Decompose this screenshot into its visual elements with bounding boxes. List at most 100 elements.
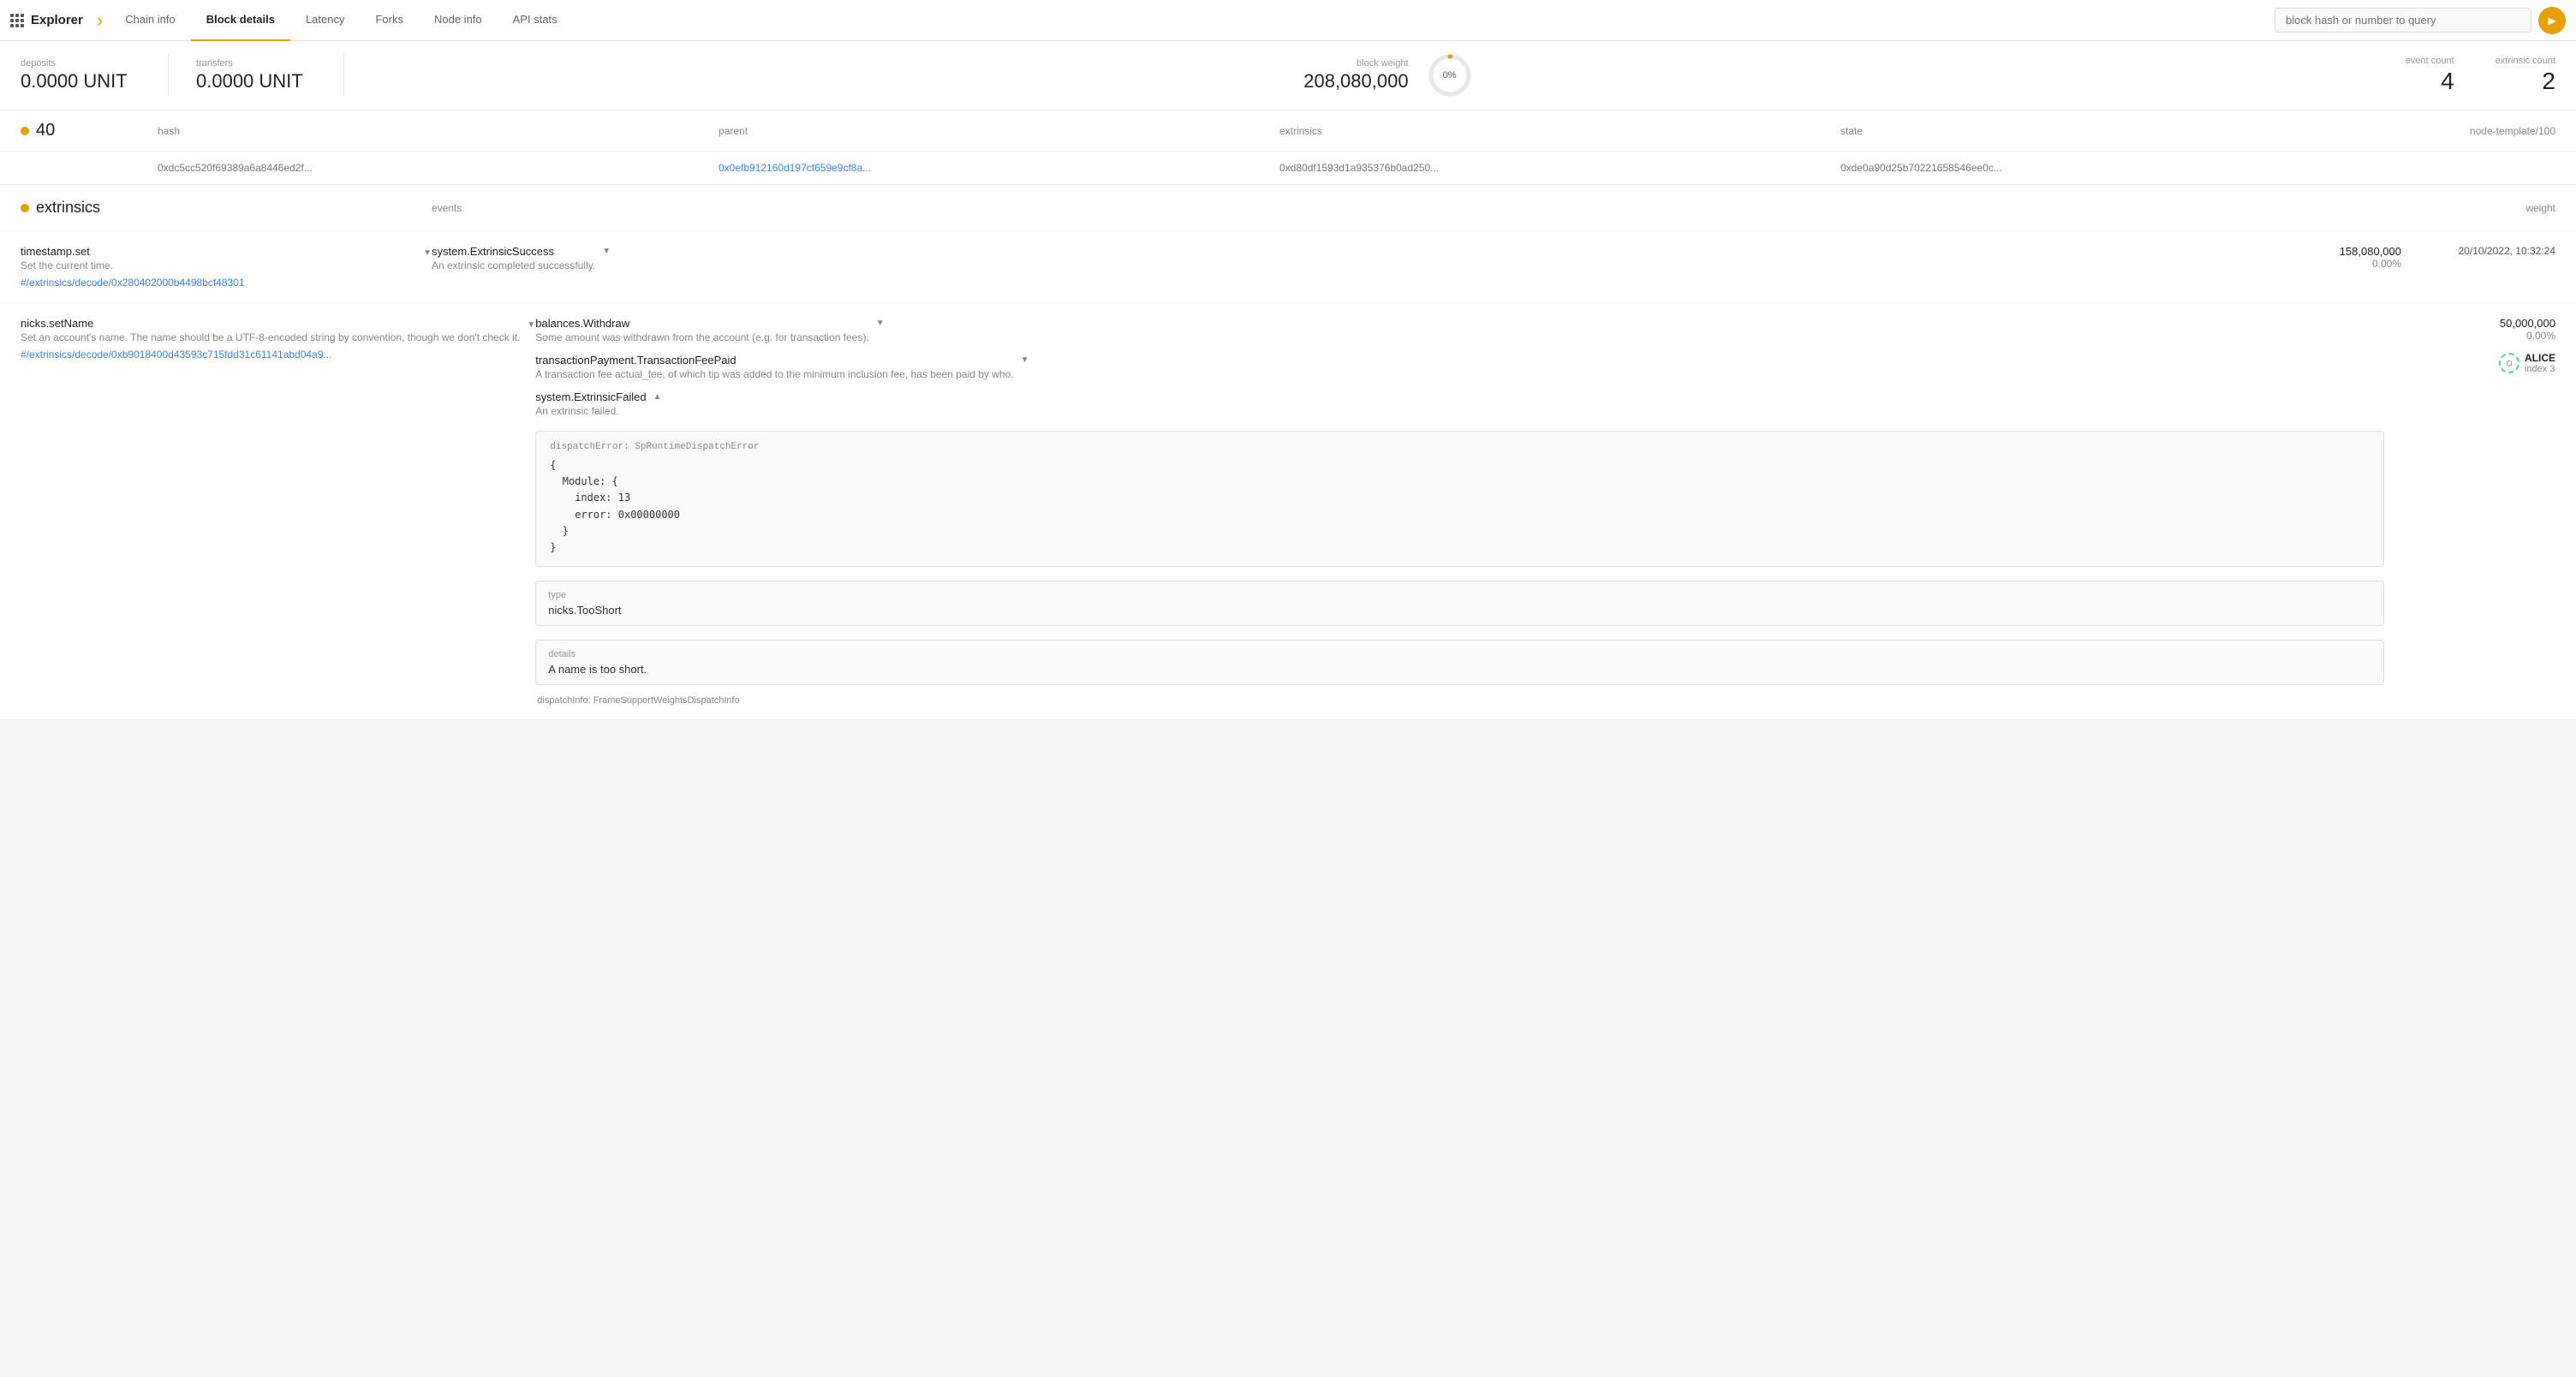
- transfers-stat: transfers 0.0000 UNIT: [196, 58, 316, 92]
- extrinsic-name-nicks: nicks.setName: [21, 317, 520, 330]
- event-name-withdraw: balances.Withdraw: [535, 317, 869, 330]
- block-data-row: 0xdc5cc520f69389a6a8446ed2f... 0x0efb912…: [0, 152, 2576, 184]
- tab-api-stats[interactable]: API stats: [498, 0, 573, 41]
- alice-index: index 3: [2525, 364, 2555, 374]
- col-runtime-header: node-template/100: [2401, 125, 2555, 137]
- extrinsic-info-timestamp: timestamp.set Set the current time. #/ex…: [21, 245, 416, 289]
- nicks-weight-alice-col: 50,000,000 0.00% ⬡ ALICE index 3: [2384, 317, 2555, 374]
- stat-divider-2: [343, 54, 344, 97]
- type-label: type: [548, 590, 2371, 600]
- extrinsic-left-timestamp: timestamp.set Set the current time. #/ex…: [21, 245, 432, 289]
- block-hash-value: 0xdc5cc520f69389a6a8446ed2f...: [158, 162, 719, 174]
- transfers-label: transfers: [196, 58, 233, 69]
- weight-pct-timestamp: 0.00%: [2372, 258, 2401, 270]
- stat-divider-1: [168, 54, 169, 97]
- top-navigation: Explorer › Chain info Block details Late…: [0, 0, 2576, 41]
- app-grid-icon[interactable]: [10, 14, 24, 27]
- event-header-failed: system.ExtrinsicFailed An extrinsic fail…: [535, 390, 2384, 417]
- dispatch-error-label: dispatchError: SpRuntimeDispatchError: [550, 442, 2370, 452]
- extrinsic-link-nicks[interactable]: #/extrinsics/decode/0xb9018400d43593c715…: [21, 349, 520, 361]
- weight-val-timestamp: 158,080,000: [2340, 245, 2401, 258]
- block-weight-group: block weight 208,080,000 0%: [372, 51, 2406, 99]
- stats-bar: deposits 0.0000 UNIT transfers 0.0000 UN…: [0, 41, 2576, 110]
- details-label: details: [548, 649, 2371, 659]
- extrinsic-left-nicks: nicks.setName Set an account's name. The…: [21, 317, 535, 361]
- search-input[interactable]: [2275, 8, 2531, 33]
- extrinsic-info-nicks: nicks.setName Set an account's name. The…: [21, 317, 520, 361]
- extrinsic-desc-nicks: Set an account's name. The name should b…: [21, 331, 520, 343]
- event-toggle-feepaid[interactable]: ▼: [1021, 355, 1029, 365]
- block-parent-value[interactable]: 0x0efb912160d197cf659e9cf8a...: [719, 162, 1279, 174]
- nav-arrow: ›: [97, 11, 103, 30]
- tab-block-details[interactable]: Block details: [191, 0, 290, 41]
- event-header-withdraw: balances.Withdraw Some amount was withdr…: [535, 317, 2384, 343]
- deposits-label: deposits: [21, 58, 56, 69]
- block-weight-inner: block weight 208,080,000: [1303, 58, 1408, 92]
- app-name: Explorer: [31, 13, 83, 27]
- weight-entry-nicks: 50,000,000 0.00%: [2500, 317, 2555, 342]
- alice-badge: ⬡ ALICE index 3: [2499, 352, 2555, 374]
- weight-pct-nicks: 0.00%: [2526, 330, 2555, 342]
- extrinsic-dropdown-nicks[interactable]: ▼: [527, 320, 535, 330]
- block-extrinsics-value: 0xd80df1593d1a935376b0ad250...: [1279, 162, 1840, 174]
- event-info-feepaid: transactionPayment.TransactionFeePaid A …: [535, 354, 1013, 380]
- event-count-stat: event count 4: [2406, 56, 2454, 95]
- extrinsic-count-stat: extrinsic count 2: [2496, 56, 2555, 95]
- event-desc-success: An extrinsic completed successfully.: [432, 259, 595, 271]
- donut-label: 0%: [1443, 70, 1457, 80]
- alice-icon: ⬡: [2499, 353, 2519, 373]
- tab-chain-info[interactable]: Chain info: [110, 0, 191, 41]
- deposits-stat: deposits 0.0000 UNIT: [21, 58, 140, 92]
- event-info-failed: system.ExtrinsicFailed An extrinsic fail…: [535, 390, 646, 417]
- weight-col-timestamp: 158,080,000 0.00%: [2230, 245, 2401, 270]
- tab-node-info[interactable]: Node info: [419, 0, 498, 41]
- weight-val-nicks: 50,000,000: [2500, 317, 2555, 330]
- event-toggle-failed[interactable]: ▲: [653, 392, 662, 402]
- timestamp-value: 20/10/2022, 10:32:24: [2459, 245, 2555, 257]
- deposits-value: 0.0000 UNIT: [21, 70, 128, 92]
- event-info-success: system.ExtrinsicSuccess An extrinsic com…: [432, 245, 595, 271]
- orange-dot: [21, 127, 29, 135]
- extrinsic-link-timestamp[interactable]: #/extrinsics/decode/0x280402000b4498bcf4…: [21, 277, 416, 289]
- event-count-label: event count: [2406, 56, 2454, 66]
- block-weight-donut: 0%: [1426, 51, 1474, 99]
- event-header-feepaid: transactionPayment.TransactionFeePaid A …: [535, 354, 2384, 380]
- alice-name: ALICE: [2525, 352, 2555, 364]
- right-stats: event count 4 extrinsic count 2: [2406, 56, 2555, 95]
- tab-latency[interactable]: Latency: [290, 0, 361, 41]
- extrinsics-title: extrinsics: [36, 199, 100, 217]
- event-info-withdraw: balances.Withdraw Some amount was withdr…: [535, 317, 869, 343]
- tab-forks[interactable]: Forks: [360, 0, 419, 41]
- block-number-value: 40: [36, 121, 55, 140]
- weight-entry-timestamp: 158,080,000 0.00%: [2340, 245, 2401, 270]
- transfers-value: 0.0000 UNIT: [196, 70, 303, 92]
- col-events-header: events: [432, 202, 2384, 214]
- event-toggle-withdraw[interactable]: ▼: [876, 319, 885, 328]
- dispatch-error-box: dispatchError: SpRuntimeDispatchError { …: [535, 431, 2384, 567]
- events-col-nicks: balances.Withdraw Some amount was withdr…: [535, 317, 2384, 706]
- event-name-feepaid: transactionPayment.TransactionFeePaid: [535, 354, 1013, 367]
- event-toggle-success[interactable]: ▼: [602, 247, 611, 256]
- event-name-success: system.ExtrinsicSuccess: [432, 245, 595, 258]
- extrinsic-count-label: extrinsic count: [2496, 56, 2555, 66]
- block-weight-value: 208,080,000: [1303, 70, 1408, 92]
- col-hash-header: hash: [158, 125, 719, 137]
- type-box: type nicks.TooShort: [535, 581, 2384, 626]
- event-desc-feepaid: A transaction fee actual_fee, of which t…: [535, 368, 1013, 380]
- extrinsics-header: extrinsics events weight: [0, 185, 2576, 231]
- search-area: [2275, 7, 2566, 34]
- extrinsics-orange-dot: [21, 204, 29, 212]
- block-number-header: 40: [21, 121, 158, 140]
- events-col-timestamp: system.ExtrinsicSuccess An extrinsic com…: [432, 245, 2230, 271]
- search-button[interactable]: [2538, 7, 2566, 34]
- block-section: 40 hash parent extrinsics state node-tem…: [0, 110, 2576, 185]
- col-extrinsics-header: extrinsics: [1279, 125, 1840, 137]
- col-weight-header: weight: [2384, 202, 2555, 214]
- block-state-value: 0xde0a90d25b70221658546ee0c...: [1840, 162, 2401, 174]
- event-item-feepaid: transactionPayment.TransactionFeePaid A …: [535, 354, 2384, 380]
- event-count-value: 4: [2441, 68, 2454, 95]
- extrinsic-name-timestamp: timestamp.set: [21, 245, 416, 258]
- extrinsic-count-value: 2: [2542, 68, 2555, 95]
- block-weight-label: block weight: [1357, 58, 1409, 69]
- extrinsic-dropdown-timestamp[interactable]: ▼: [423, 248, 432, 258]
